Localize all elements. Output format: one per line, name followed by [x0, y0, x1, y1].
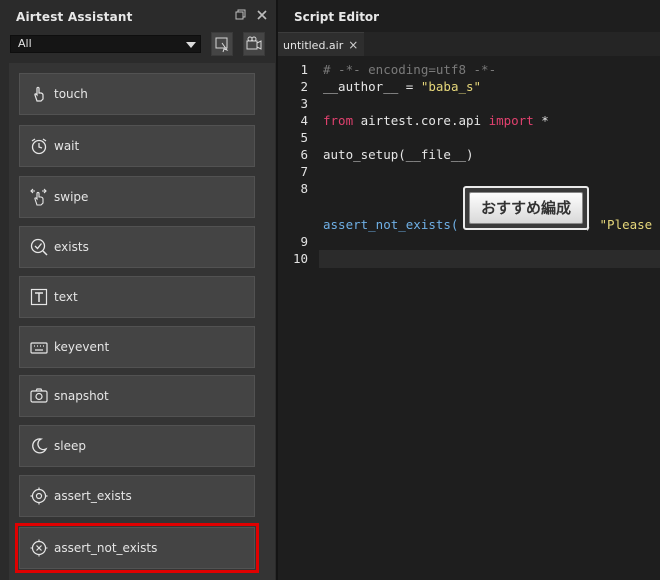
- api-item-exists[interactable]: exists: [19, 226, 255, 268]
- code-line-6: auto_setup(__file__): [323, 147, 474, 162]
- capture-icon: [215, 37, 229, 53]
- api-item-sleep[interactable]: sleep: [19, 425, 255, 467]
- close-icon[interactable]: ×: [348, 38, 358, 52]
- string-literal: "baba_s": [420, 79, 482, 94]
- image-argument[interactable]: おすすめ編成: [463, 186, 589, 230]
- line-number: 7: [300, 164, 308, 179]
- api-item-label: snapshot: [54, 389, 109, 403]
- filter-selected: All: [18, 37, 32, 50]
- comment: # -*- encoding=utf8 -*-: [323, 62, 497, 77]
- circle-x-icon: [30, 539, 48, 557]
- api-item-touch[interactable]: touch: [19, 73, 255, 115]
- text-icon: [30, 288, 48, 306]
- code-line-1: # -*- encoding=utf8 -*-: [323, 62, 496, 77]
- code-line-4: from airtest.core.api import *: [323, 113, 549, 128]
- code-text: *: [533, 113, 549, 128]
- line-number: 1: [300, 62, 308, 77]
- chevron-down-icon: [186, 42, 196, 48]
- close-icon[interactable]: [255, 9, 269, 23]
- api-item-label: text: [54, 290, 78, 304]
- clock-icon: [31, 138, 47, 155]
- record-button[interactable]: [243, 32, 265, 56]
- api-item-text[interactable]: text: [19, 276, 255, 318]
- api-item-label: assert_exists: [54, 489, 132, 503]
- api-item-label: swipe: [54, 190, 89, 204]
- restore-icon[interactable]: [233, 9, 247, 23]
- target-icon: [30, 487, 48, 505]
- line-number: 10: [292, 251, 308, 266]
- airtest-assistant-panel: Airtest Assistant All touch wait swipe e…: [0, 0, 276, 580]
- touch-icon: [34, 86, 44, 102]
- code-line-2: __author__ = "baba_s": [323, 79, 481, 94]
- filter-dropdown[interactable]: All: [10, 35, 201, 53]
- current-line-highlight: [319, 250, 660, 268]
- keyword: import: [488, 113, 534, 128]
- keyword: from: [323, 113, 354, 128]
- code-text: __author__ =: [323, 79, 421, 94]
- script-editor-panel: Script Editor untitled.air × 1 2 3 4 5 6 …: [278, 0, 660, 580]
- api-item-label: assert_not_exists: [54, 541, 158, 555]
- line-number: 9: [300, 234, 308, 249]
- api-item-swipe[interactable]: swipe: [19, 176, 255, 218]
- line-number: 4: [300, 113, 308, 128]
- line-number: 3: [300, 96, 308, 111]
- keyboard-icon: [30, 342, 48, 354]
- record-icon: [246, 36, 262, 50]
- moon-icon: [32, 438, 48, 454]
- api-item-label: wait: [54, 139, 80, 153]
- capture-button[interactable]: [211, 32, 233, 56]
- api-item-keyevent[interactable]: keyevent: [19, 326, 255, 368]
- line-number: 5: [300, 130, 308, 145]
- code-text: auto_setup(__file__): [323, 147, 474, 162]
- camera-icon: [30, 388, 48, 403]
- api-item-assert-exists[interactable]: assert_exists: [19, 475, 255, 517]
- line-number: 8: [300, 181, 308, 196]
- editor-title: Script Editor: [294, 10, 380, 24]
- api-item-snapshot[interactable]: snapshot: [19, 375, 255, 417]
- api-item-label: exists: [54, 240, 89, 254]
- api-item-label: touch: [54, 87, 88, 101]
- tab-label: untitled.air: [283, 39, 344, 52]
- code-area[interactable]: 1 2 3 4 5 6 7 8 9 10 # -*- encoding=utf8…: [278, 58, 660, 580]
- swipe-icon: [30, 188, 47, 206]
- line-number: 2: [300, 79, 308, 94]
- panel-title: Airtest Assistant: [16, 10, 133, 24]
- check-circle-icon: [30, 238, 48, 256]
- function-name: assert_not_exists(: [323, 217, 459, 232]
- image-argument-text: おすすめ編成: [469, 192, 583, 224]
- line-number: 6: [300, 147, 308, 162]
- editor-tabbar: untitled.air ×: [278, 32, 660, 56]
- api-list: touch wait swipe exists text keyevent sn…: [9, 63, 275, 580]
- api-item-assert-not-exists[interactable]: assert_not_exists: [15, 523, 259, 573]
- api-item-wait[interactable]: wait: [19, 125, 255, 167]
- api-item-label: sleep: [54, 439, 86, 453]
- api-item-label: keyevent: [54, 340, 110, 354]
- module-name: airtest.core.api: [353, 113, 489, 128]
- tab-untitled[interactable]: untitled.air ×: [278, 32, 365, 56]
- string-literal: "Please: [599, 217, 653, 232]
